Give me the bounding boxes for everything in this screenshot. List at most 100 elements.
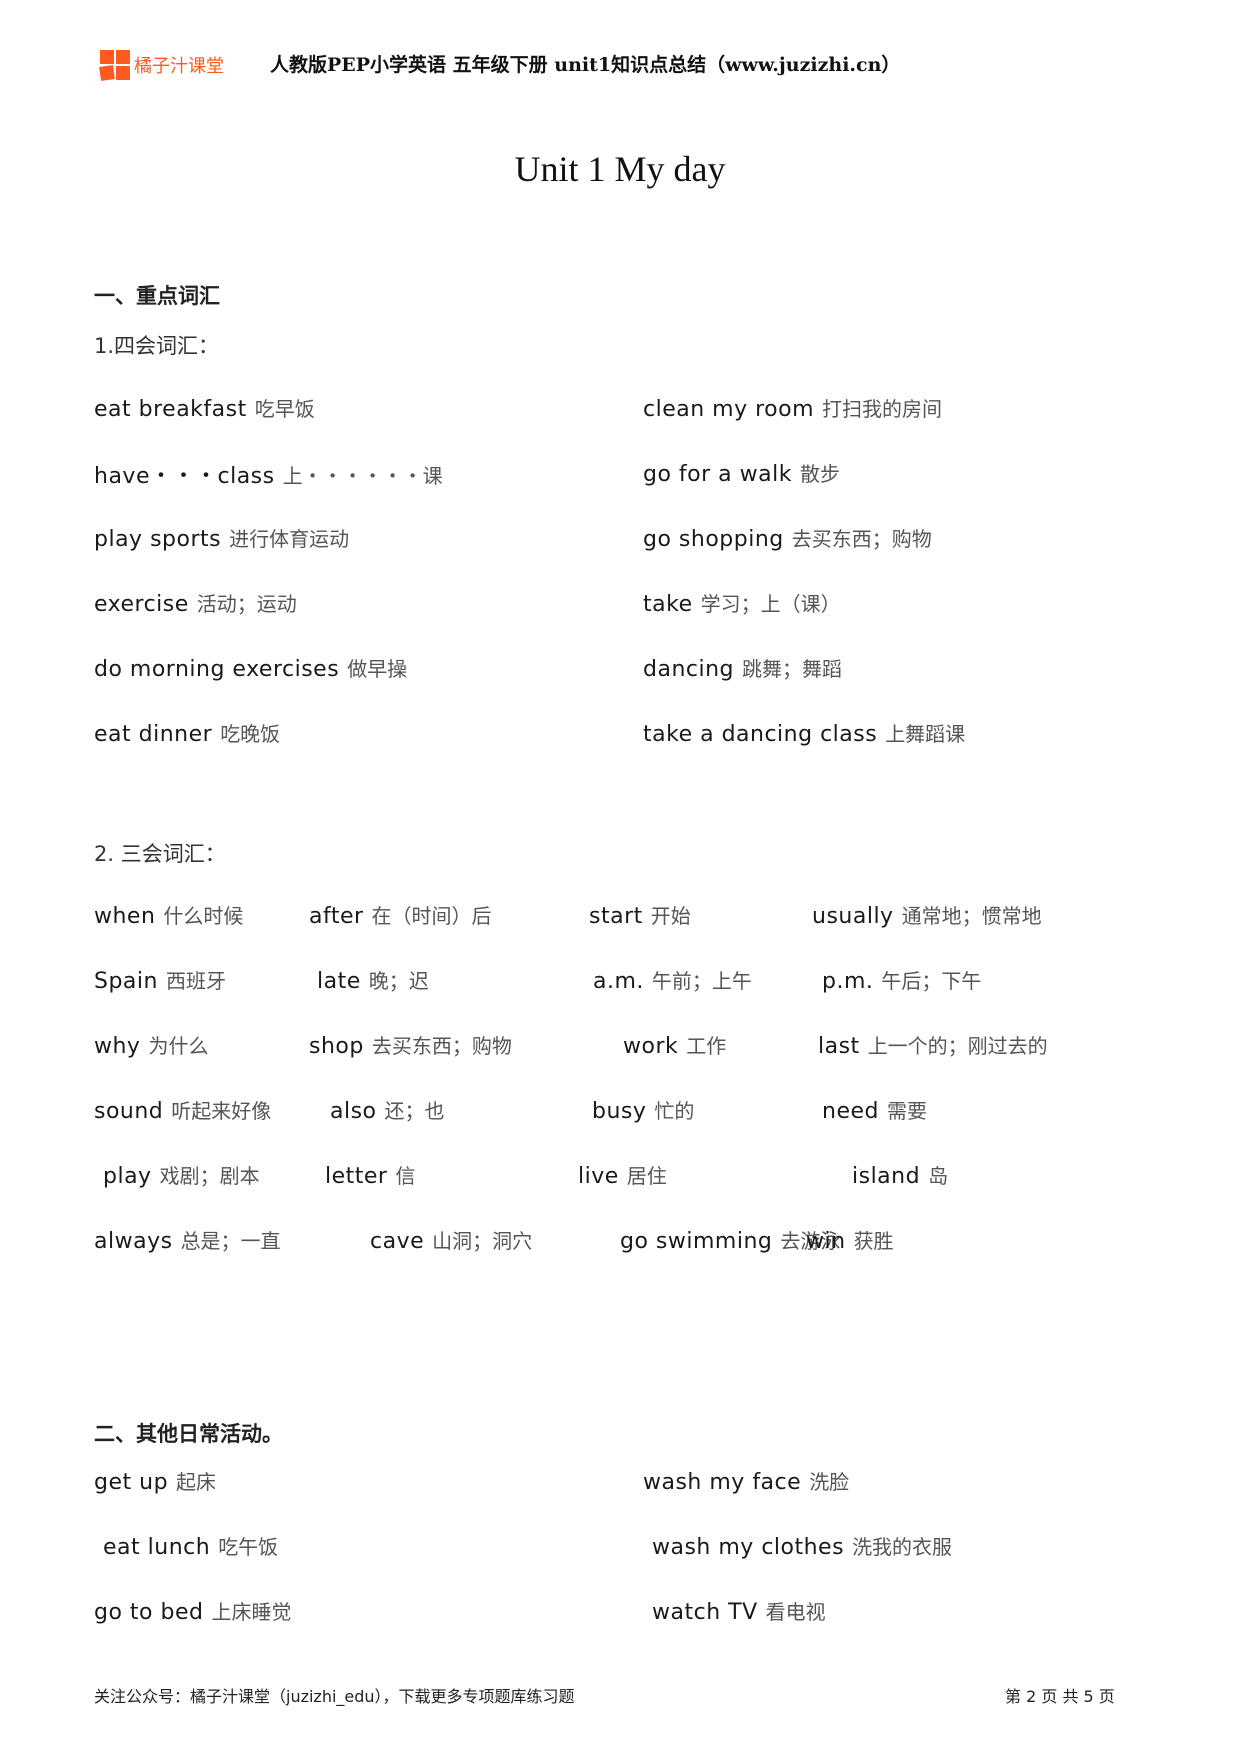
vocab-item: island 岛 bbox=[852, 1160, 948, 1189]
vocab-item: shop 去买东西；购物 bbox=[309, 1030, 512, 1059]
vocab-chinese: 上舞蹈课 bbox=[885, 722, 966, 746]
vocab-english: take a dancing class bbox=[643, 722, 878, 747]
vocab-english: late bbox=[317, 969, 361, 994]
vocab-english: after bbox=[309, 904, 364, 929]
vocab-item: when 什么时候 bbox=[94, 900, 243, 929]
vocab-english: cave bbox=[370, 1229, 425, 1254]
vocab-item: also 还；也 bbox=[330, 1095, 445, 1124]
vocab-item: exercise 活动；运动 bbox=[94, 588, 297, 617]
vocab-item: late 晚；迟 bbox=[317, 965, 429, 994]
vocab-chinese: 晚；迟 bbox=[368, 969, 429, 993]
vocab-chinese: 总是；一直 bbox=[180, 1229, 281, 1253]
vocab-english: eat dinner bbox=[94, 722, 213, 747]
vocab-item: play sports 进行体育运动 bbox=[94, 523, 349, 552]
vocab-item: start 开始 bbox=[589, 900, 691, 929]
vocab-english: eat lunch bbox=[103, 1535, 211, 1560]
vocab-english: exercise bbox=[94, 592, 189, 617]
vocab-item: eat breakfast 吃早饭 bbox=[94, 393, 315, 422]
vocab-item: a.m. 午前；上午 bbox=[593, 965, 752, 994]
vocab-english: busy bbox=[592, 1099, 647, 1124]
vocab-english: go to bed bbox=[94, 1600, 204, 1625]
vocab-english: go for a walk bbox=[643, 462, 792, 487]
vocab-chinese: 吃晚饭 bbox=[220, 722, 281, 746]
vocab-english: letter bbox=[325, 1164, 388, 1189]
vocab-item: win 获胜 bbox=[806, 1225, 894, 1254]
vocab-item: play 戏剧；剧本 bbox=[103, 1160, 260, 1189]
vocab-chinese: 忙的 bbox=[654, 1099, 695, 1123]
vocab-chinese: 看电视 bbox=[765, 1600, 826, 1624]
vocab-chinese: 进行体育运动 bbox=[229, 527, 350, 551]
section-heading-key-vocab: 一、重点词汇 bbox=[94, 283, 220, 308]
vocab-chinese: 需要 bbox=[886, 1099, 927, 1123]
vocab-english: play bbox=[103, 1164, 152, 1189]
vocab-chinese: 获胜 bbox=[853, 1229, 894, 1253]
vocab-chinese: 散步 bbox=[799, 462, 840, 486]
vocab-english: win bbox=[806, 1229, 846, 1254]
vocab-english: when bbox=[94, 904, 156, 929]
vocab-english: usually bbox=[812, 904, 894, 929]
vocab-english: clean my room bbox=[643, 397, 815, 422]
page-number: 第 2 页 共 5 页 bbox=[1005, 1687, 1115, 1706]
vocab-english: Spain bbox=[94, 969, 158, 994]
vocab-chinese: 居住 bbox=[626, 1164, 667, 1188]
vocab-item: get up 起床 bbox=[94, 1466, 216, 1495]
vocab-english: go swimming bbox=[620, 1229, 773, 1254]
vocab-chinese: 午前；上午 bbox=[651, 969, 752, 993]
vocab-item: sound 听起来好像 bbox=[94, 1095, 271, 1124]
vocab-english: shop bbox=[309, 1034, 364, 1059]
vocab-item: go for a walk 散步 bbox=[643, 458, 840, 487]
vocab-item: wash my face 洗脸 bbox=[643, 1466, 849, 1495]
section-heading-daily-activities: 二、其他日常活动。 bbox=[94, 1421, 283, 1446]
vocab-english: last bbox=[818, 1034, 860, 1059]
vocab-chinese: 开始 bbox=[650, 904, 691, 928]
brand-name: 橘子汁课堂 bbox=[134, 56, 224, 77]
vocab-english: live bbox=[578, 1164, 619, 1189]
vocab-chinese: 起床 bbox=[176, 1470, 217, 1494]
vocab-english: get up bbox=[94, 1470, 169, 1495]
vocab-chinese: 戏剧；剧本 bbox=[159, 1164, 260, 1188]
vocab-english: play sports bbox=[94, 527, 222, 552]
vocab-item: Spain 西班牙 bbox=[94, 965, 226, 994]
vocab-english: start bbox=[589, 904, 643, 929]
vocab-chinese: 吃午饭 bbox=[218, 1535, 279, 1559]
vocab-chinese: 还；也 bbox=[384, 1099, 445, 1123]
vocab-item: busy 忙的 bbox=[592, 1095, 694, 1124]
vocab-item: take a dancing class 上舞蹈课 bbox=[643, 718, 965, 747]
vocab-item: watch TV 看电视 bbox=[652, 1596, 826, 1625]
vocab-item: clean my room 打扫我的房间 bbox=[643, 393, 942, 422]
subsection-heading-four-skill: 1.四会词汇： bbox=[94, 334, 220, 358]
vocab-english: sound bbox=[94, 1099, 164, 1124]
vocab-english: have・・・class bbox=[94, 464, 275, 489]
vocab-chinese: 工作 bbox=[686, 1034, 727, 1058]
vocab-chinese: 信 bbox=[395, 1164, 416, 1188]
vocab-english: why bbox=[94, 1034, 141, 1059]
page-title: Unit 1 My day bbox=[514, 149, 726, 189]
vocab-item: after 在（时间）后 bbox=[309, 900, 492, 929]
vocab-english: eat breakfast bbox=[94, 397, 247, 422]
vocab-item: go to bed 上床睡觉 bbox=[94, 1596, 291, 1625]
vocab-english: dancing bbox=[643, 657, 735, 682]
vocab-chinese: 洗我的衣服 bbox=[852, 1535, 953, 1559]
vocab-chinese: 上・・・・・・课 bbox=[282, 464, 443, 488]
vocab-item: dancing 跳舞；舞蹈 bbox=[643, 653, 842, 682]
vocab-english: p.m. bbox=[822, 969, 874, 994]
document-header: 人教版PEP小学英语 五年级下册 unit1知识点总结（www.juzizhi.… bbox=[270, 54, 901, 76]
vocab-chinese: 山洞；洞穴 bbox=[432, 1229, 533, 1253]
vocab-chinese: 活动；运动 bbox=[196, 592, 297, 616]
vocab-chinese: 午后；下午 bbox=[881, 969, 982, 993]
vocab-item: letter 信 bbox=[325, 1160, 415, 1189]
vocab-chinese: 吃早饭 bbox=[254, 397, 315, 421]
footer-note: 关注公众号：橘子汁课堂（juzizhi_edu），下载更多专项题库练习题 bbox=[94, 1687, 575, 1706]
vocab-item: last 上一个的；刚过去的 bbox=[818, 1030, 1048, 1059]
vocab-item: wash my clothes 洗我的衣服 bbox=[652, 1531, 952, 1560]
vocab-item: take 学习；上（课） bbox=[643, 588, 841, 617]
subsection-heading-three-skill: 2. 三会词汇： bbox=[94, 842, 226, 866]
vocab-chinese: 通常地；惯常地 bbox=[901, 904, 1042, 928]
vocab-item: do morning exercises 做早操 bbox=[94, 653, 407, 682]
vocab-english: take bbox=[643, 592, 693, 617]
vocab-chinese: 听起来好像 bbox=[171, 1099, 272, 1123]
vocab-chinese: 跳舞；舞蹈 bbox=[742, 657, 843, 681]
brand-logo-icon bbox=[99, 50, 130, 81]
vocab-item: live 居住 bbox=[578, 1160, 667, 1189]
vocab-english: need bbox=[822, 1099, 879, 1124]
